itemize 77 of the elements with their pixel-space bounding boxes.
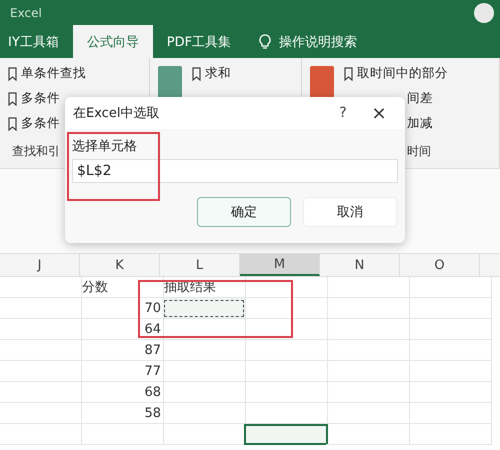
sheet-cell[interactable]	[162, 382, 246, 403]
sheet-cell[interactable]	[244, 277, 328, 298]
dialog-button[interactable]: 确定	[197, 197, 291, 227]
sheet-cell[interactable]	[244, 361, 328, 382]
sheet-cell[interactable]	[408, 340, 492, 361]
bookmark-icon	[192, 66, 201, 80]
column-header[interactable]: K	[80, 254, 160, 276]
sheet-cell[interactable]	[408, 298, 492, 319]
ribbon-tab[interactable]: PDF工具集	[152, 25, 246, 58]
dialog-title: 在Excel中选取	[73, 105, 160, 122]
sheet-cell[interactable]	[326, 319, 410, 340]
ribbon-item[interactable]: 间差	[407, 89, 448, 108]
sheet-cell[interactable]	[326, 403, 410, 424]
function-icon[interactable]	[310, 66, 334, 98]
sheet-cell[interactable]	[244, 298, 328, 319]
sheet-cell[interactable]	[0, 340, 82, 361]
group-label: 时间	[407, 143, 431, 160]
sheet-cell[interactable]: 77	[80, 361, 164, 382]
sheet-cell[interactable]	[326, 277, 410, 298]
bookmark-icon	[344, 66, 353, 80]
sheet-cell[interactable]	[408, 403, 492, 424]
sheet-cell[interactable]	[408, 277, 492, 298]
ribbon-tab[interactable]: 公式向导	[72, 25, 153, 58]
column-header[interactable]: M	[240, 254, 320, 276]
sheet-cell[interactable]	[162, 361, 246, 382]
sheet-cell[interactable]	[0, 277, 82, 298]
sheet-cell[interactable]: 58	[80, 403, 164, 424]
sheet-cell[interactable]	[0, 319, 82, 340]
user-avatar-icon[interactable]	[474, 2, 494, 22]
sheet-cell[interactable]	[162, 340, 246, 361]
group-label: 查找和引	[12, 143, 60, 160]
field-label: 选择单元格	[72, 138, 138, 155]
sheet-cell[interactable]	[326, 340, 410, 361]
sheet-cell[interactable]: 68	[80, 382, 164, 403]
sheet-cell[interactable]	[244, 319, 328, 340]
help-button[interactable]: ?	[325, 105, 361, 121]
sheet-cell[interactable]: 分数	[80, 277, 164, 298]
ribbon-item[interactable]: 取时间中的部分	[344, 64, 448, 83]
app-title: Excel	[10, 6, 42, 20]
sheet-cell[interactable]	[162, 403, 246, 424]
sheet-cell[interactable]	[244, 424, 328, 445]
close-button[interactable]: ×	[361, 102, 397, 124]
bookmark-icon	[8, 66, 17, 80]
ribbon-item[interactable]: 单条件查找	[8, 64, 86, 83]
dialog-button[interactable]: 取消	[303, 197, 397, 227]
tell-me-search[interactable]: 操作说明搜索	[245, 25, 372, 58]
sheet-cell[interactable]	[244, 340, 328, 361]
sheet-cell[interactable]	[0, 403, 82, 424]
function-icon[interactable]	[158, 66, 182, 98]
sheet-cell[interactable]	[0, 424, 82, 445]
sheet-cell[interactable]	[0, 298, 82, 319]
sheet-cell[interactable]	[408, 382, 492, 403]
sheet-cell[interactable]	[0, 382, 82, 403]
sheet-cell[interactable]	[326, 361, 410, 382]
ribbon-item[interactable]: 加减	[407, 114, 448, 133]
sheet-cell[interactable]	[326, 382, 410, 403]
sheet-cell[interactable]	[80, 424, 164, 445]
column-header[interactable]: O	[400, 254, 480, 276]
sheet-cell[interactable]	[326, 424, 410, 445]
sheet-cell[interactable]	[408, 424, 492, 445]
sheet-cell[interactable]: 64	[80, 319, 164, 340]
sheet-cell[interactable]	[408, 319, 492, 340]
sheet-cell[interactable]	[162, 319, 246, 340]
sheet-cell[interactable]	[162, 298, 246, 319]
column-header[interactable]: J	[0, 254, 80, 276]
cell-input-field[interactable]: $L$2	[72, 159, 398, 183]
bookmark-icon	[8, 116, 17, 130]
ribbon-tab[interactable]: IY工具箱	[0, 25, 73, 58]
column-header[interactable]: N	[320, 254, 400, 276]
sheet-cell[interactable]	[0, 361, 82, 382]
lightbulb-icon	[259, 34, 272, 50]
sheet-cell[interactable]	[244, 382, 328, 403]
bookmark-icon	[8, 92, 17, 106]
sheet-cell[interactable]	[326, 298, 410, 319]
ribbon-item[interactable]: 求和	[192, 64, 231, 83]
sheet-cell[interactable]	[408, 361, 492, 382]
sheet-cell[interactable]: 87	[80, 340, 164, 361]
